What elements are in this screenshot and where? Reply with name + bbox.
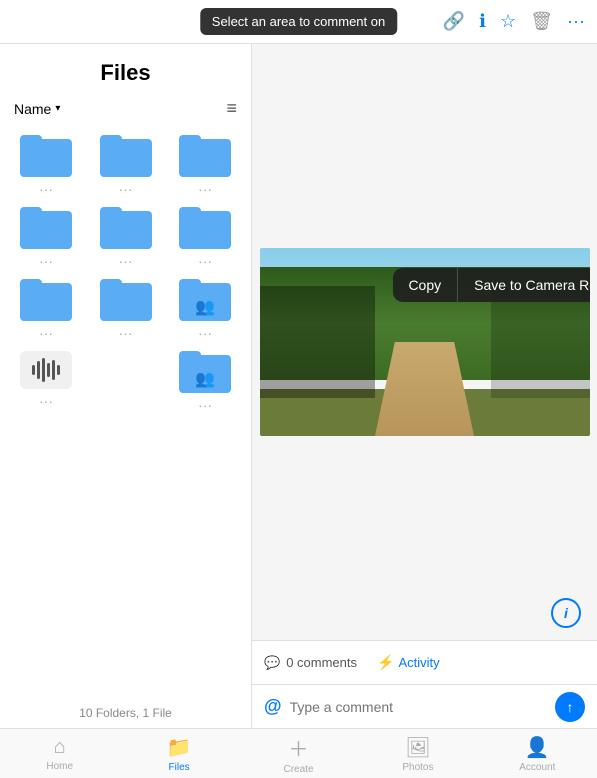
files-grid: ··· ··· ··· — [0, 127, 251, 700]
sort-label: Name — [14, 101, 51, 117]
top-bar: Select an area to comment on 🔗 ℹ ☆ 🗑 ··· — [0, 0, 597, 44]
folder-dots-icon[interactable]: ··· — [119, 253, 133, 269]
comment-bubble-icon: 💬 — [264, 655, 280, 671]
list-item[interactable]: ··· — [90, 203, 162, 273]
info-button[interactable]: i — [551, 598, 581, 628]
link-icon[interactable]: 🔗 — [443, 11, 465, 32]
photo-context-menu: Copy Save to Camera Roll Open in... — [392, 268, 589, 302]
list-view-icon[interactable]: ≡ — [226, 98, 237, 119]
list-item[interactable]: ··· — [10, 347, 82, 417]
split-layout: Files Name ▾ ≡ ··· — [0, 44, 597, 728]
folder-dots-icon[interactable]: ··· — [198, 397, 212, 413]
more-icon[interactable]: ··· — [567, 11, 585, 32]
folder-icon — [179, 207, 231, 249]
shadow-right — [491, 286, 590, 399]
comments-activity-bar: 💬 0 comments ⚡ Activity — [252, 640, 597, 684]
nav-item-account[interactable]: 👤 Account — [478, 735, 597, 773]
right-panel: Copy Save to Camera Roll Open in... i 💬 … — [252, 44, 597, 728]
folder-row: ··· ··· ··· — [10, 203, 241, 273]
copy-button[interactable]: Copy — [392, 268, 458, 302]
folder-icon — [20, 207, 72, 249]
comment-section: 💬 0 comments — [264, 655, 357, 671]
home-icon: ⌂ — [54, 736, 66, 759]
shared-folder-icon: 👥 — [179, 279, 231, 321]
tooltip: Select an area to comment on — [200, 8, 397, 35]
folder-dots-icon[interactable]: ··· — [39, 253, 53, 269]
activity-section[interactable]: ⚡ Activity — [377, 654, 440, 671]
info-icon[interactable]: ℹ — [479, 11, 486, 32]
list-item[interactable]: ··· — [169, 203, 241, 273]
list-item[interactable]: ··· — [10, 203, 82, 273]
nav-label-files: Files — [169, 762, 190, 773]
trash-icon[interactable]: 🗑 — [530, 11, 553, 32]
folder-icon — [20, 135, 72, 177]
shared-people-icon: 👥 — [195, 297, 215, 317]
files-header: Name ▾ ≡ — [0, 94, 251, 127]
create-icon: ＋ — [289, 733, 309, 762]
nav-item-photos[interactable]: 🖼 Photos — [358, 735, 477, 773]
folder-icon — [20, 279, 72, 321]
nav-label-create: Create — [284, 764, 314, 775]
left-panel: Files Name ▾ ≡ ··· — [0, 44, 252, 728]
activity-label: Activity — [398, 655, 439, 670]
folder-dots-icon[interactable]: ··· — [119, 325, 133, 341]
top-bar-actions: 🔗 ℹ ☆ 🗑 ··· — [443, 11, 585, 32]
list-item[interactable]: ··· — [10, 275, 82, 345]
send-arrow-icon: ↑ — [567, 699, 574, 715]
list-item[interactable]: ··· — [90, 131, 162, 201]
folder-dots-icon[interactable]: ··· — [39, 393, 53, 409]
park-photo[interactable]: Copy Save to Camera Roll Open in... — [260, 248, 590, 436]
photos-icon: 🖼 — [405, 735, 430, 760]
send-button[interactable]: ↑ — [555, 692, 585, 722]
folder-row: ··· ··· ··· — [10, 131, 241, 201]
nav-item-home[interactable]: ⌂ Home — [0, 736, 119, 772]
files-count: 10 Folders, 1 File — [0, 700, 251, 728]
folder-dots-icon[interactable]: ··· — [198, 325, 212, 341]
folder-dots-icon[interactable]: ··· — [119, 181, 133, 197]
account-icon: 👤 — [525, 735, 550, 760]
nav-label-home: Home — [46, 761, 73, 772]
comment-input-bar: @ ↑ — [252, 684, 597, 728]
lightning-icon: ⚡ — [377, 654, 394, 671]
audio-icon-box — [20, 351, 72, 389]
at-icon: @ — [264, 696, 282, 717]
folder-icon — [100, 135, 152, 177]
folder-row: ··· ··· 👥 · — [10, 275, 241, 345]
nav-label-account: Account — [519, 762, 555, 773]
list-item[interactable]: ··· — [90, 275, 162, 345]
shared-people-icon: 👥 — [195, 369, 215, 389]
audio-waveform-icon — [32, 358, 60, 382]
shared-folder-icon: 👥 — [179, 351, 231, 393]
folder-icon — [179, 135, 231, 177]
shadow-left — [260, 286, 376, 399]
sort-button[interactable]: Name ▾ — [14, 101, 60, 117]
files-icon: 📁 — [167, 735, 192, 760]
nav-item-create[interactable]: ＋ Create — [239, 733, 358, 775]
nav-item-files[interactable]: 📁 Files — [119, 735, 238, 773]
bottom-nav: ⌂ Home 📁 Files ＋ Create 🖼 Photos 👤 Accou… — [0, 728, 597, 778]
nav-label-photos: Photos — [402, 762, 433, 773]
list-item[interactable]: ··· — [10, 131, 82, 201]
list-item[interactable]: ··· — [169, 131, 241, 201]
photo-container: Copy Save to Camera Roll Open in... i — [252, 44, 597, 640]
files-title: Files — [0, 44, 251, 94]
list-item[interactable]: 👥 ··· — [169, 275, 241, 345]
folder-icon — [100, 207, 152, 249]
photo-area: Copy Save to Camera Roll Open in... i — [252, 44, 597, 640]
folder-icon — [100, 279, 152, 321]
comment-input[interactable] — [290, 699, 547, 715]
folder-dots-icon[interactable]: ··· — [39, 181, 53, 197]
folder-dots-icon[interactable]: ··· — [39, 325, 53, 341]
folder-row: ··· 👥 ··· — [10, 347, 241, 417]
folder-dots-icon[interactable]: ··· — [198, 253, 212, 269]
list-item[interactable]: 👥 ··· — [169, 347, 241, 417]
folder-dots-icon[interactable]: ··· — [198, 181, 212, 197]
sort-arrow-icon: ▾ — [55, 103, 60, 114]
comment-count: 0 comments — [286, 655, 357, 670]
star-icon[interactable]: ☆ — [500, 11, 516, 32]
save-to-camera-roll-button[interactable]: Save to Camera Roll — [458, 268, 589, 302]
